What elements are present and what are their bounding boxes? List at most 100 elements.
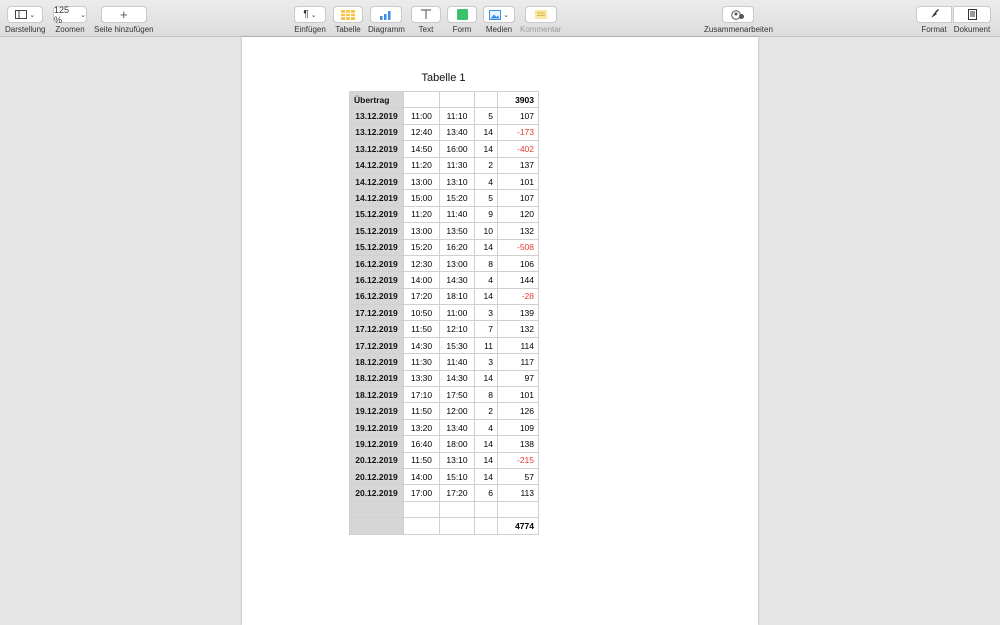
date-cell[interactable]: 17.12.2019: [349, 336, 404, 355]
start-time-cell[interactable]: 10:50: [403, 304, 440, 322]
comment-button[interactable]: [524, 6, 557, 23]
start-time-cell[interactable]: 13:20: [403, 418, 440, 437]
table-cell[interactable]: [474, 517, 498, 535]
date-cell[interactable]: 14.12.2019: [349, 172, 404, 191]
comment-tool[interactable]: Kommentar: [520, 0, 561, 34]
end-time-cell[interactable]: 13:40: [439, 123, 475, 142]
carry-value-cell[interactable]: 3903: [497, 90, 539, 109]
value-cell[interactable]: 120: [497, 205, 539, 224]
count-cell[interactable]: 14: [474, 467, 498, 486]
count-cell[interactable]: 14: [474, 140, 498, 158]
count-cell[interactable]: 3: [474, 304, 498, 322]
end-time-cell[interactable]: 13:00: [439, 254, 475, 273]
value-cell[interactable]: 132: [497, 222, 539, 240]
text-tool[interactable]: Text: [411, 0, 441, 34]
count-cell[interactable]: 10: [474, 222, 498, 240]
add-page-menu[interactable]: + Seite hinzufügen: [94, 0, 154, 34]
insert-button[interactable]: ¶ ⌄: [294, 6, 326, 23]
date-cell[interactable]: 15.12.2019: [349, 205, 404, 224]
total-value-cell[interactable]: 4774: [497, 517, 539, 535]
end-time-cell[interactable]: 11:30: [439, 156, 475, 174]
date-cell[interactable]: 19.12.2019: [349, 402, 404, 420]
value-cell[interactable]: 137: [497, 156, 539, 174]
format-button[interactable]: [916, 6, 952, 23]
date-cell[interactable]: 17.12.2019: [349, 320, 404, 338]
collaborate-menu[interactable]: Zusammenarbeiten: [704, 0, 773, 34]
start-time-cell[interactable]: 11:30: [403, 353, 440, 371]
count-cell[interactable]: 14: [474, 435, 498, 453]
start-time-cell[interactable]: 11:20: [403, 156, 440, 174]
media-button[interactable]: ⌄: [483, 6, 515, 23]
format-panel-toggle[interactable]: Format: [916, 0, 952, 34]
count-cell[interactable]: 14: [474, 287, 498, 306]
start-time-cell[interactable]: 13:00: [403, 222, 440, 240]
end-time-cell[interactable]: 13:40: [439, 418, 475, 437]
carry-label-cell[interactable]: Übertrag: [349, 90, 404, 109]
value-cell[interactable]: 117: [497, 353, 539, 371]
chart-button[interactable]: [370, 6, 403, 23]
count-cell[interactable]: 14: [474, 369, 498, 388]
date-cell[interactable]: 20.12.2019: [349, 467, 404, 486]
table-cell[interactable]: [403, 90, 440, 109]
collaborate-button[interactable]: [722, 6, 755, 23]
start-time-cell[interactable]: 14:00: [403, 467, 440, 486]
start-time-cell[interactable]: 11:00: [403, 107, 440, 125]
table-cell[interactable]: [349, 517, 404, 535]
date-cell[interactable]: 18.12.2019: [349, 369, 404, 388]
date-cell[interactable]: 16.12.2019: [349, 254, 404, 273]
value-cell[interactable]: 144: [497, 271, 539, 289]
end-time-cell[interactable]: 11:40: [439, 205, 475, 224]
end-time-cell[interactable]: 17:20: [439, 484, 475, 502]
value-cell[interactable]: 126: [497, 402, 539, 420]
value-cell[interactable]: -28: [497, 287, 539, 306]
table-cell[interactable]: [403, 517, 440, 535]
end-time-cell[interactable]: 12:00: [439, 402, 475, 420]
date-cell[interactable]: 13.12.2019: [349, 123, 404, 142]
start-time-cell[interactable]: 11:50: [403, 402, 440, 420]
end-time-cell[interactable]: 13:10: [439, 172, 475, 191]
value-cell[interactable]: 138: [497, 435, 539, 453]
value-cell[interactable]: -215: [497, 451, 539, 469]
count-cell[interactable]: 5: [474, 189, 498, 207]
count-cell[interactable]: 6: [474, 484, 498, 502]
end-time-cell[interactable]: 14:30: [439, 369, 475, 388]
start-time-cell[interactable]: 14:00: [403, 271, 440, 289]
value-cell[interactable]: -508: [497, 238, 539, 256]
insert-menu[interactable]: ¶ ⌄ Einfügen: [294, 0, 326, 34]
text-button[interactable]: [411, 6, 441, 23]
date-cell[interactable]: 18.12.2019: [349, 353, 404, 371]
start-time-cell[interactable]: 15:20: [403, 238, 440, 256]
table-cell[interactable]: [474, 500, 498, 519]
date-cell[interactable]: 16.12.2019: [349, 287, 404, 306]
end-time-cell[interactable]: 14:30: [439, 271, 475, 289]
date-cell[interactable]: 13.12.2019: [349, 107, 404, 125]
value-cell[interactable]: 139: [497, 304, 539, 322]
count-cell[interactable]: 8: [474, 386, 498, 404]
table-cell[interactable]: [439, 90, 475, 109]
table-tool[interactable]: Tabelle: [333, 0, 363, 34]
count-cell[interactable]: 3: [474, 353, 498, 371]
zoom-menu[interactable]: 125 % ⌄ Zoomen: [53, 0, 87, 34]
value-cell[interactable]: 107: [497, 189, 539, 207]
end-time-cell[interactable]: 13:50: [439, 222, 475, 240]
date-cell[interactable]: 20.12.2019: [349, 451, 404, 469]
start-time-cell[interactable]: 12:40: [403, 123, 440, 142]
start-time-cell[interactable]: 11:20: [403, 205, 440, 224]
count-cell[interactable]: 4: [474, 271, 498, 289]
value-cell[interactable]: 107: [497, 107, 539, 125]
date-cell[interactable]: 19.12.2019: [349, 435, 404, 453]
table-cell[interactable]: [349, 500, 404, 519]
value-cell[interactable]: -173: [497, 123, 539, 142]
count-cell[interactable]: 7: [474, 320, 498, 338]
shape-button[interactable]: [447, 6, 477, 23]
date-cell[interactable]: 18.12.2019: [349, 386, 404, 404]
date-cell[interactable]: 14.12.2019: [349, 189, 404, 207]
table-cell[interactable]: [403, 500, 440, 519]
value-cell[interactable]: 113: [497, 484, 539, 502]
table-cell[interactable]: [439, 500, 475, 519]
value-cell[interactable]: -402: [497, 140, 539, 158]
start-time-cell[interactable]: 17:10: [403, 386, 440, 404]
add-page-button[interactable]: +: [100, 6, 147, 23]
end-time-cell[interactable]: 11:10: [439, 107, 475, 125]
value-cell[interactable]: 106: [497, 254, 539, 273]
